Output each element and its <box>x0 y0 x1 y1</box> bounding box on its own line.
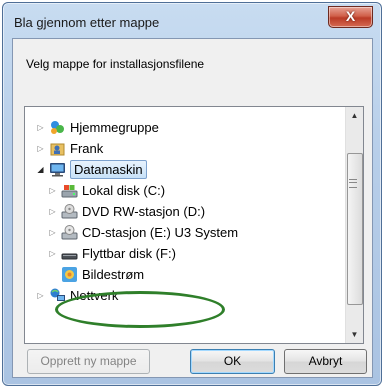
tree-item-flyttbar-disk[interactable]: ▷ Flyttbar disk (F:) <box>25 243 345 264</box>
tree-item-label: DVD RW-stasjon (D:) <box>82 204 206 219</box>
close-icon: X <box>345 8 356 24</box>
dvd-drive-icon <box>61 204 78 219</box>
vertical-scrollbar[interactable]: ▲ ▼ <box>345 107 363 343</box>
browse-folder-dialog: Bla gjennom etter mappe X Velg mappe for… <box>2 2 382 386</box>
close-button[interactable]: X <box>328 6 373 28</box>
expand-arrow-icon[interactable]: ▷ <box>36 285 45 306</box>
expand-arrow-icon[interactable]: ▷ <box>48 180 57 201</box>
dialog-client-area: Velg mappe for installasjonsfilene ▷ Hje… <box>12 38 373 378</box>
ok-button[interactable]: OK <box>190 349 275 374</box>
expand-arrow-icon[interactable]: ▷ <box>48 243 57 264</box>
scroll-down-icon[interactable]: ▼ <box>346 326 363 343</box>
tree-item-datamaskin[interactable]: ◢ Datamaskin <box>25 159 345 180</box>
expand-arrow-icon[interactable]: ▷ <box>48 201 57 222</box>
tree-item-hjemmegruppe[interactable]: ▷ Hjemmegruppe <box>25 117 345 138</box>
scroll-thumb[interactable] <box>347 153 363 305</box>
tree-item-frank[interactable]: ▷ Frank <box>25 138 345 159</box>
tree-item-label: Datamaskin <box>70 160 147 179</box>
collapse-arrow-icon[interactable]: ◢ <box>36 159 45 180</box>
tree-item-label: Flyttbar disk (F:) <box>82 246 176 261</box>
tree-item-label: Frank <box>70 141 104 156</box>
hard-disk-icon <box>61 185 78 198</box>
dialog-title: Bla gjennom etter mappe <box>14 15 160 30</box>
scroll-up-icon[interactable]: ▲ <box>346 107 363 124</box>
tree-item-bildestrom[interactable]: Bildestrøm <box>25 264 345 285</box>
tree-item-label: Bildestrøm <box>82 267 145 282</box>
picture-stream-icon <box>62 267 77 282</box>
tree-item-label: CD-stasjon (E:) U3 System <box>82 225 239 240</box>
new-folder-button[interactable]: Opprett ny mappe <box>27 349 150 374</box>
highlight-annotation-ring <box>55 291 225 328</box>
tree-item-label: Hjemmegruppe <box>70 120 159 135</box>
cd-drive-icon <box>61 225 78 240</box>
tree-item-cd-stasjon[interactable]: ▷ CD-stasjon (E:) U3 System <box>25 222 345 243</box>
homegroup-icon <box>51 121 64 134</box>
cancel-button[interactable]: Avbryt <box>284 349 367 374</box>
scroll-grip-icon <box>349 179 357 188</box>
computer-icon <box>50 163 65 177</box>
user-folder-icon <box>50 143 65 156</box>
tree-item-lokal-disk[interactable]: ▷ Lokal disk (C:) <box>25 180 345 201</box>
title-bar[interactable]: Bla gjennom etter mappe X <box>3 3 381 37</box>
expand-arrow-icon[interactable]: ▷ <box>36 138 45 159</box>
tree-item-dvd-rw[interactable]: ▷ DVD RW-stasjon (D:) <box>25 201 345 222</box>
instruction-text: Velg mappe for installasjonsfilene <box>26 57 205 71</box>
removable-disk-icon <box>61 253 78 260</box>
expand-arrow-icon[interactable]: ▷ <box>36 117 45 138</box>
tree-item-label: Lokal disk (C:) <box>82 183 166 198</box>
expand-arrow-icon[interactable]: ▷ <box>48 222 57 243</box>
